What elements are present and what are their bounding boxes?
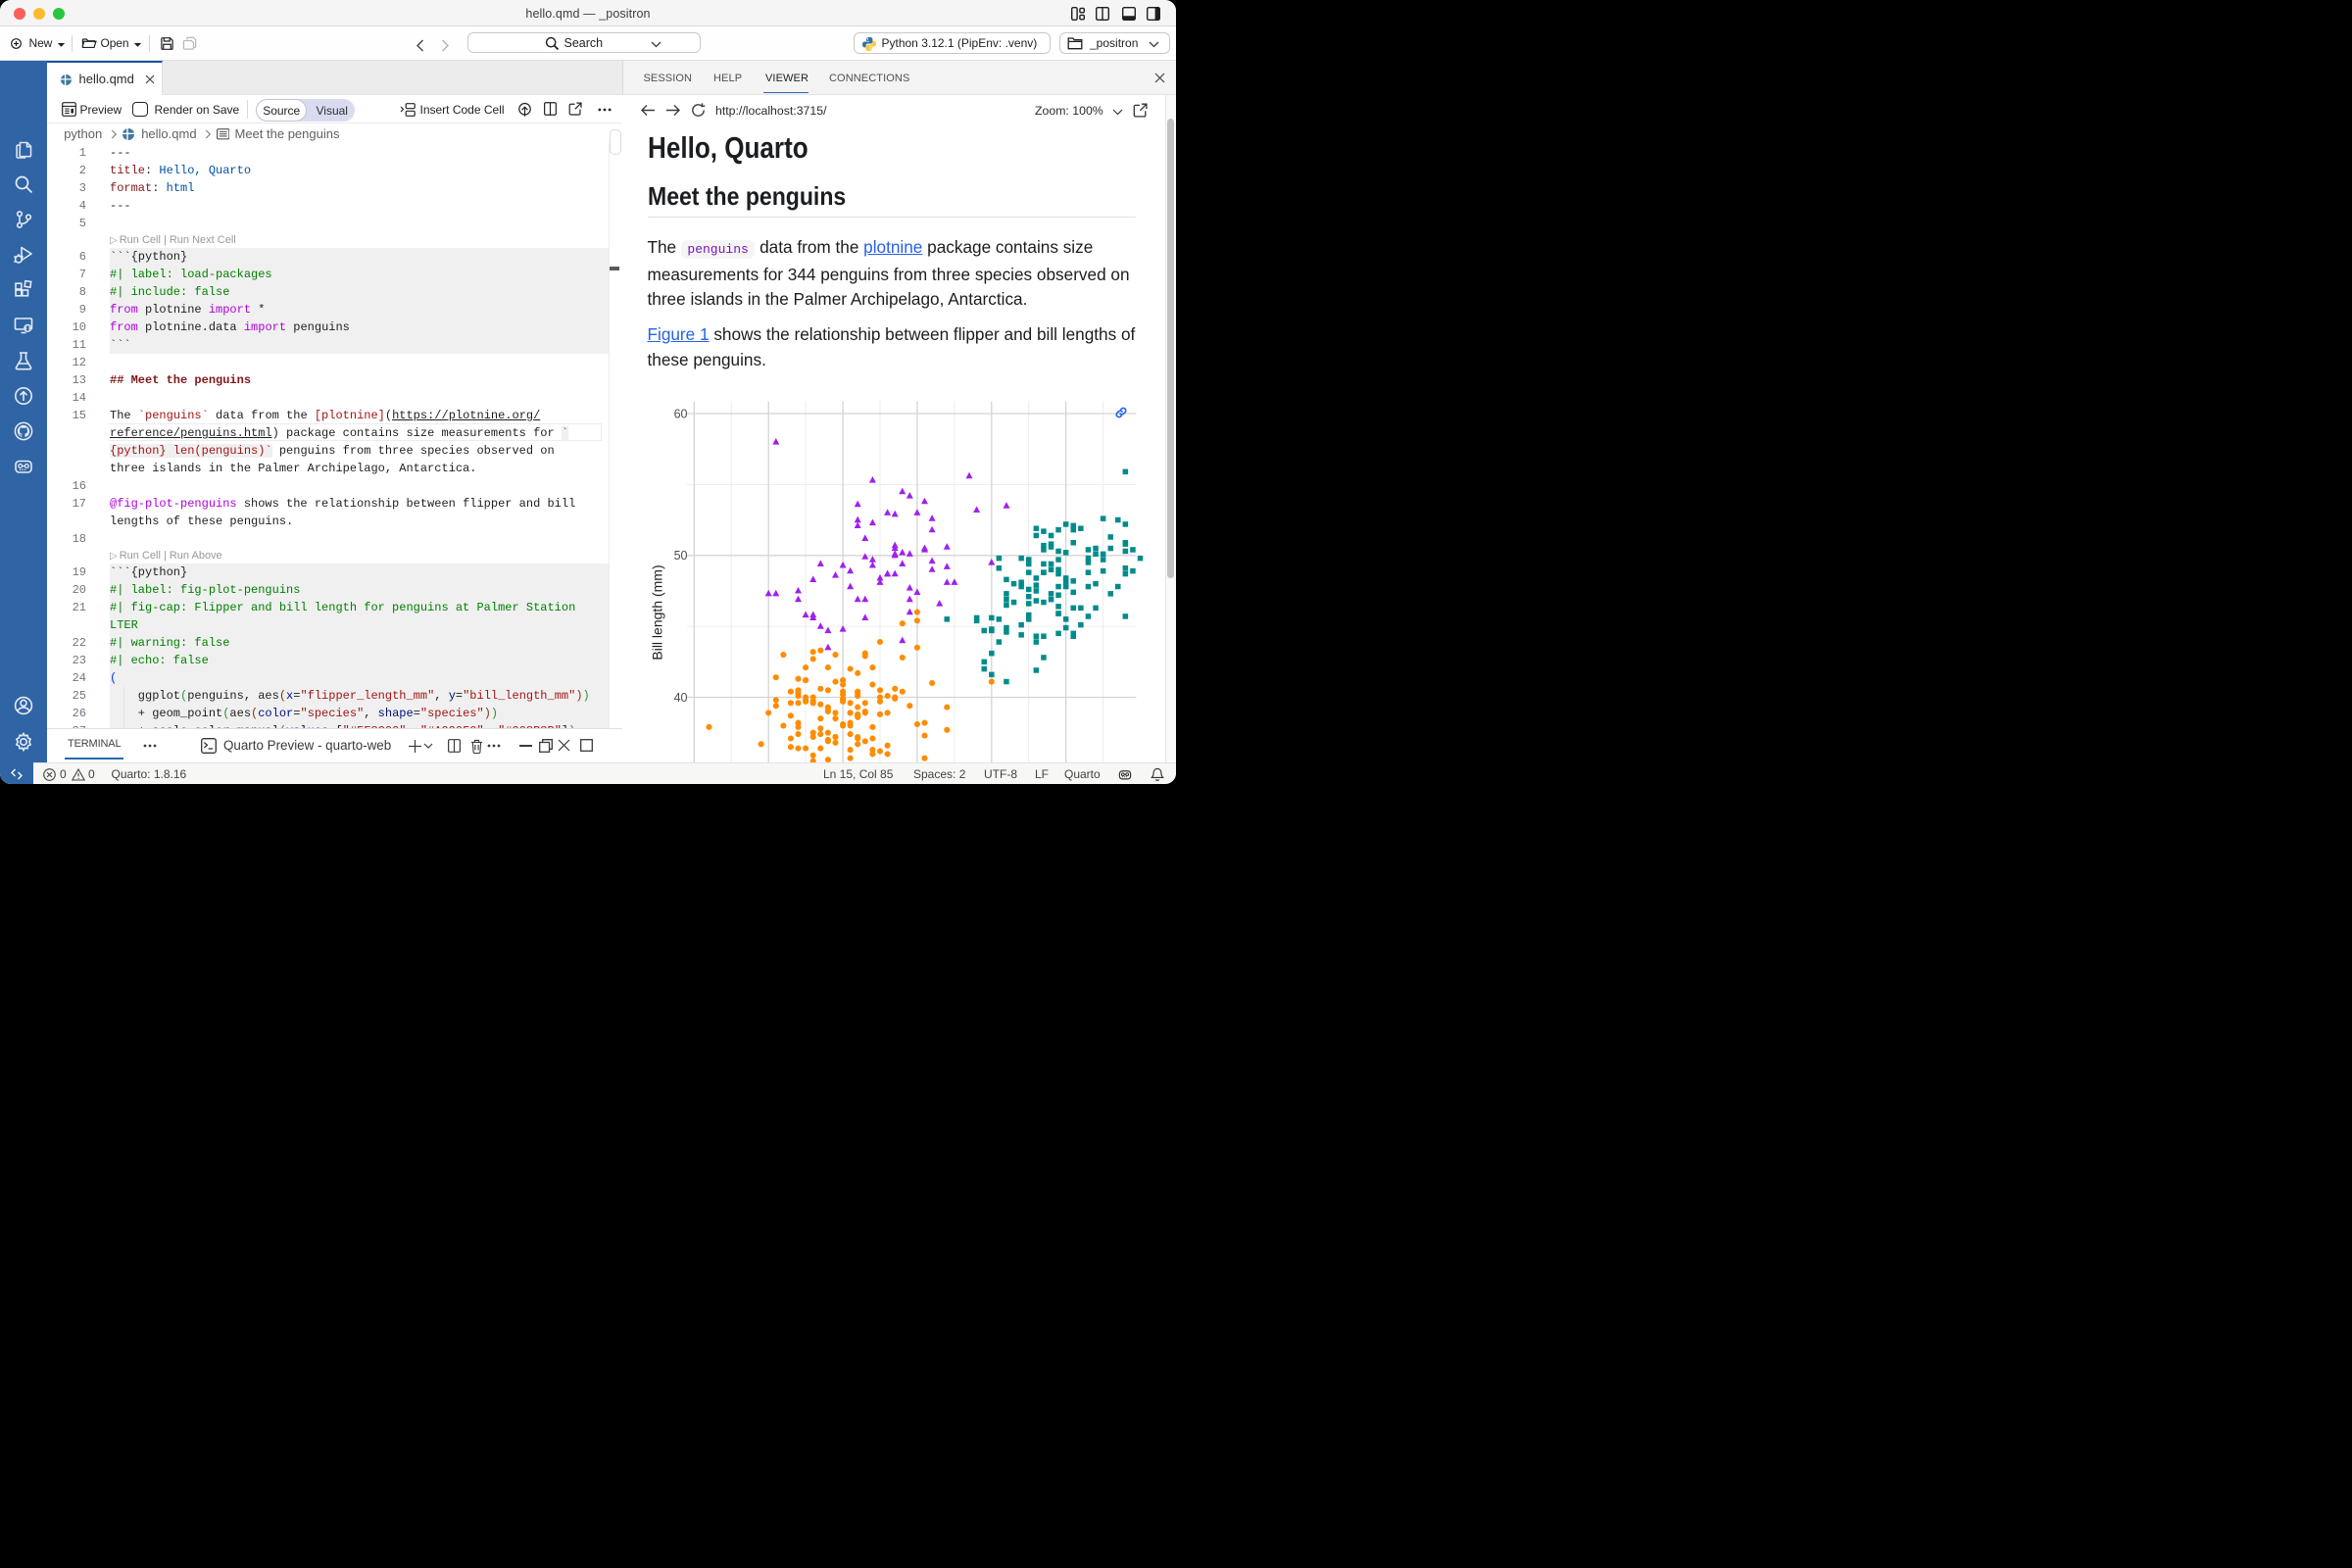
svg-text:60: 60	[674, 407, 688, 420]
svg-text:40: 40	[674, 691, 688, 705]
svg-text:Bill length (mm): Bill length (mm)	[650, 564, 665, 660]
svg-text:50: 50	[674, 549, 688, 563]
